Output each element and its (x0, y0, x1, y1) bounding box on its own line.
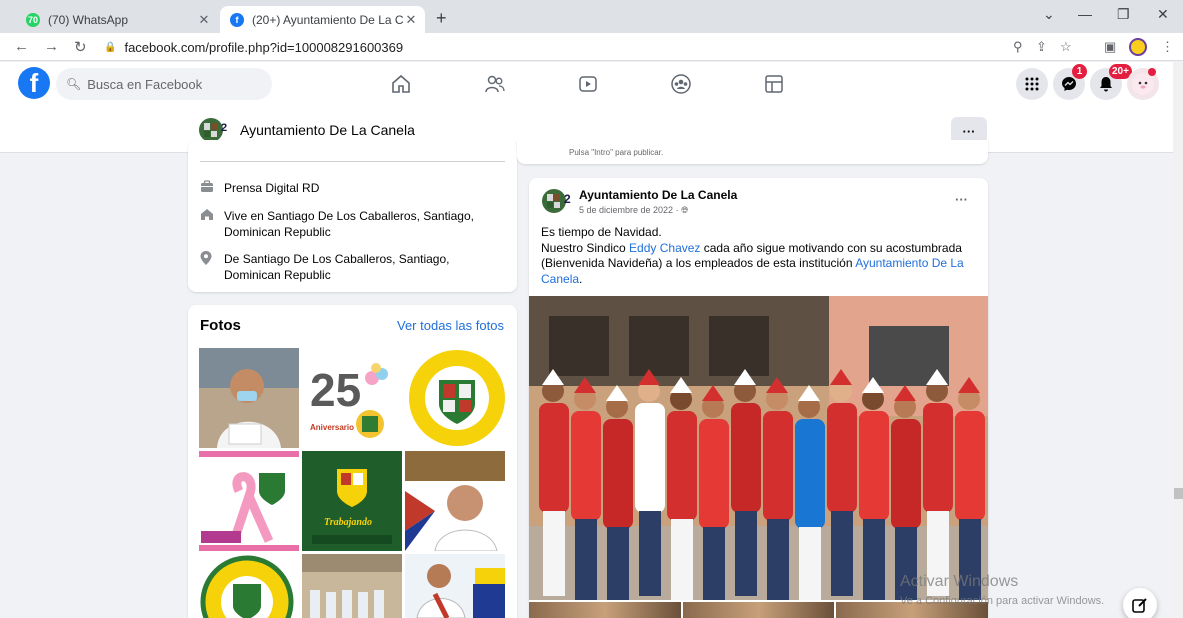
see-all-photos-link[interactable]: Ver todas las fotos (397, 318, 504, 333)
photo-thumbnail[interactable] (405, 554, 505, 618)
post-date[interactable]: 5 de diciembre de 2022 · 🌐︎ (579, 205, 688, 216)
tab-title: (20+) Ayuntamiento De La Canela (252, 12, 403, 27)
svg-text:Trabajando: Trabajando (324, 517, 372, 528)
chevron-down-icon[interactable]: ⌄ (1043, 6, 1055, 23)
menu-dots-icon[interactable]: ⋮ (1161, 39, 1174, 55)
previous-post-card: Pulsa "Intro" para publicar. (517, 140, 988, 164)
post-body: Es tiempo de Navidad. Nuestro Sindico Ed… (541, 225, 971, 287)
from-prefix: De (224, 252, 243, 266)
page-scrollbar[interactable] (1173, 62, 1183, 618)
watch-video-icon[interactable] (576, 72, 600, 96)
photo-thumbnail[interactable]: Trabajando (302, 451, 402, 551)
previous-post-snippet: Pulsa "Intro" para publicar. (569, 148, 664, 157)
photo-thumbnail[interactable] (405, 348, 505, 448)
groups-icon[interactable] (669, 72, 693, 96)
restore-button[interactable]: ❐ (1117, 6, 1130, 23)
briefcase-icon (200, 180, 224, 197)
lock-icon: 🔒 (104, 41, 117, 53)
gaming-icon[interactable] (762, 72, 786, 96)
search-input[interactable]: 🔍︎ Busca en Facebook (56, 68, 272, 100)
intro-item-from: De Santiago De Los Caballeros, Santiago,… (200, 251, 505, 283)
scrollbar-thumb[interactable] (1174, 488, 1183, 499)
facebook-icon: f (230, 12, 244, 27)
svg-text:Aniversario: Aniversario (310, 423, 354, 432)
svg-text:25: 25 (310, 364, 361, 416)
from-location-link[interactable]: Santiago De Los Caballeros, Santiago, Do… (224, 252, 450, 282)
close-icon[interactable]: ✕ (403, 12, 419, 28)
home-icon (200, 208, 224, 240)
browser-tab-strip: 70 (70) WhatsApp ✕ f (20+) Ayuntamiento … (0, 0, 1183, 33)
post-line: Es tiempo de Navidad. (541, 225, 662, 239)
url-field[interactable]: 🔒 facebook.com/profile.php?id=1000082916… (104, 36, 1014, 58)
menu-grid-icon[interactable] (1016, 68, 1048, 100)
profile-name[interactable]: Ayuntamiento De La Canela (240, 122, 415, 138)
intro-item-work: Prensa Digital RD (200, 180, 319, 197)
divider (200, 161, 505, 162)
svg-text:2: 2 (221, 122, 227, 134)
lives-prefix: Vive en (224, 209, 268, 223)
close-icon[interactable]: ✕ (196, 12, 212, 28)
intro-item-lives: Vive en Santiago De Los Caballeros, Sant… (200, 208, 500, 240)
post-author-avatar[interactable]: 2 (541, 187, 573, 215)
photo-thumbnail[interactable] (302, 554, 402, 618)
facebook-logo-icon[interactable]: f (18, 67, 50, 99)
photo-thumbnail[interactable] (199, 554, 299, 618)
post-date-text: 5 de diciembre de 2022 · (579, 205, 679, 215)
mention-eddy-chavez[interactable]: Eddy Chavez (629, 241, 700, 255)
globe-icon: 🌐︎ (681, 205, 689, 215)
intro-work-text: Prensa Digital RD (224, 181, 320, 195)
home-icon[interactable] (389, 72, 413, 96)
post-author-name[interactable]: Ayuntamiento De La Canela (579, 188, 737, 202)
profile-extension-icon[interactable] (1129, 38, 1147, 56)
forward-arrow-icon[interactable]: → (44, 38, 59, 55)
minimize-button[interactable]: — (1078, 6, 1092, 22)
zoom-icon[interactable]: ⚲ (1013, 39, 1023, 55)
back-arrow-icon[interactable]: ← (14, 38, 29, 55)
address-bar: ← → ↻ 🔒 facebook.com/profile.php?id=1000… (0, 33, 1183, 61)
post-text-segment: . (579, 271, 583, 286)
side-panel-icon[interactable]: ▣ (1104, 39, 1116, 55)
post-more-options-button[interactable]: ··· (955, 192, 968, 207)
avatar-status-dot (1148, 68, 1156, 76)
reload-icon[interactable]: ↻ (74, 38, 87, 56)
photo-thumbnail[interactable] (199, 348, 299, 448)
svg-text:2: 2 (564, 192, 571, 206)
whatsapp-icon: 70 (26, 12, 40, 27)
messenger-badge: 1 (1072, 64, 1087, 79)
photo-thumbnail[interactable] (199, 451, 299, 551)
tab-title: (70) WhatsApp (48, 12, 129, 27)
share-icon[interactable]: ⇪ (1036, 39, 1047, 55)
photo-thumbnail[interactable] (405, 451, 505, 551)
search-icon: 🔍︎ (66, 77, 82, 91)
windows-activation-subtitle: Ve a Configuración para activar Windows. (900, 595, 1105, 607)
photos-title: Fotos (200, 317, 241, 334)
tab-whatsapp[interactable]: 70 (70) WhatsApp ✕ (8, 6, 218, 33)
location-pin-icon (200, 251, 224, 283)
search-placeholder: Busca en Facebook (87, 76, 203, 92)
photo-thumbnail[interactable]: 25 Aniversario (302, 348, 402, 448)
windows-activation-title: Activar Windows (900, 573, 1019, 590)
bookmark-star-icon[interactable]: ☆ (1060, 39, 1072, 55)
new-tab-button[interactable]: + (436, 8, 447, 29)
close-window-button[interactable]: ✕ (1157, 6, 1169, 23)
new-message-compose-button[interactable] (1123, 588, 1157, 618)
facebook-top-nav: f 🔍︎ Busca en Facebook 1 20+ (0, 62, 1183, 108)
friends-icon[interactable] (483, 72, 507, 96)
tab-facebook[interactable]: f (20+) Ayuntamiento De La Canela ✕ (220, 6, 425, 33)
post-text-segment: Nuestro Sindico (541, 240, 630, 255)
post-paragraph: Nuestro Sindico Eddy Chavez cada año sig… (541, 241, 971, 288)
url-text: facebook.com/profile.php?id=100008291600… (124, 39, 404, 55)
post-photo[interactable] (529, 296, 988, 600)
